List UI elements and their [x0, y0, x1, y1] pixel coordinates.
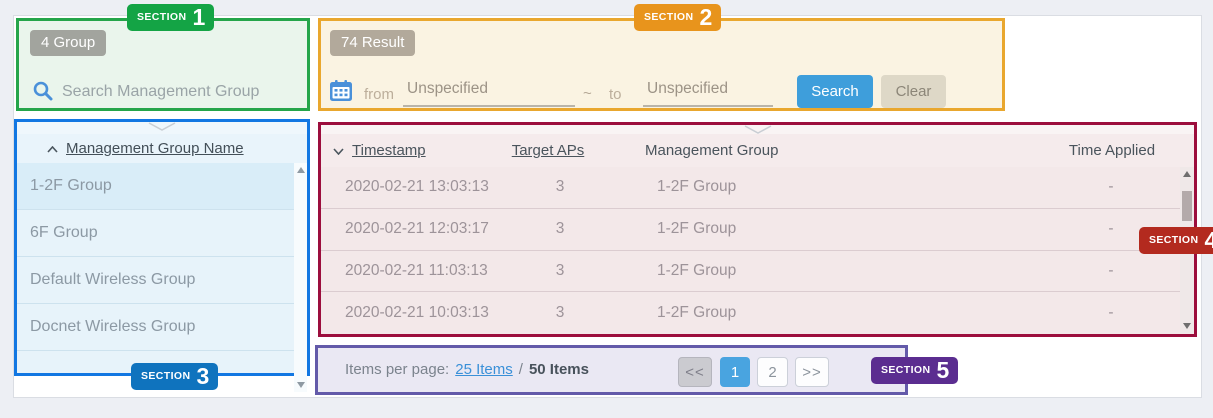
items-per-page: Items per page: 25 Items / 50 Items [318, 348, 688, 391]
section-1-badge: SECTION1 [127, 4, 214, 31]
search-icon [32, 80, 54, 107]
management-group-header: Management Group [593, 142, 1030, 159]
scroll-down-icon[interactable] [1183, 323, 1191, 329]
section-5-badge: SECTION5 [871, 357, 958, 384]
page-1-button[interactable]: 1 [720, 357, 750, 387]
calendar-icon[interactable] [329, 79, 353, 108]
table-row[interactable]: 2020-02-21 12:03:17 3 1-2F Group - [321, 208, 1180, 250]
clear-button[interactable]: Clear [881, 75, 946, 108]
group-list-scrollbar[interactable] [294, 163, 307, 392]
scroll-up-icon[interactable] [297, 167, 305, 173]
table-row[interactable]: 2020-02-21 13:03:13 3 1-2F Group - [321, 167, 1180, 208]
group-panel-collapse-notch[interactable] [17, 122, 307, 134]
search-management-group-input[interactable] [60, 78, 298, 106]
group-count-badge: 4 Group [30, 30, 106, 56]
time-applied-header: Time Applied [1030, 142, 1194, 159]
search-button[interactable]: Search [797, 75, 873, 108]
section-4-badge: SECTION4 [1139, 227, 1213, 254]
page: 4 Group 74 Result from ~ to Search Clear [0, 0, 1213, 418]
list-item[interactable]: Docnet Wireless Group [17, 303, 294, 350]
timestamp-header[interactable]: Timestamp [321, 142, 503, 160]
sort-desc-icon [333, 142, 344, 160]
items-per-page-label: Items per page: [345, 361, 449, 378]
table-row[interactable]: 2020-02-21 11:03:13 3 1-2F Group - [321, 250, 1180, 292]
table-row[interactable]: 2020-02-21 10:03:13 3 1-2F Group - [321, 291, 1180, 333]
section-3-badge: SECTION3 [131, 363, 218, 390]
last-page-button[interactable]: >> [795, 357, 829, 387]
separator: / [519, 361, 523, 378]
date-to-input[interactable] [643, 78, 773, 107]
date-from-input[interactable] [403, 78, 575, 107]
sort-asc-icon [47, 140, 58, 158]
table-panel-collapse-notch[interactable] [321, 125, 1194, 134]
date-to-label: to [609, 86, 622, 103]
target-aps-header[interactable]: Target APs [503, 142, 593, 160]
list-item[interactable]: Default Wireless Group [17, 256, 294, 303]
result-count-badge: 74 Result [330, 30, 415, 56]
total-items-label: 50 Items [529, 361, 589, 378]
scroll-up-icon[interactable] [1183, 171, 1191, 177]
table-header-row: Timestamp Target APs Management Group Ti… [321, 134, 1194, 167]
list-item[interactable]: 1-2F Group [17, 163, 294, 209]
table-body: 2020-02-21 13:03:13 3 1-2F Group - 2020-… [321, 167, 1180, 333]
management-group-name-sort-link[interactable]: Management Group Name [66, 140, 244, 157]
page-2-button[interactable]: 2 [757, 357, 788, 387]
list-item[interactable]: 6F Group [17, 209, 294, 256]
group-list-header: Management Group Name [17, 134, 307, 163]
group-list: 1-2F Group 6F Group Default Wireless Gro… [17, 163, 294, 372]
date-from-label: from [364, 86, 394, 103]
scrollbar-thumb[interactable] [1182, 191, 1192, 221]
date-range-separator: ~ [583, 85, 592, 102]
first-page-button[interactable]: << [678, 357, 712, 387]
scroll-down-icon[interactable] [297, 382, 305, 388]
section-2-badge: SECTION2 [634, 4, 721, 31]
per-page-link[interactable]: 25 Items [455, 361, 513, 378]
